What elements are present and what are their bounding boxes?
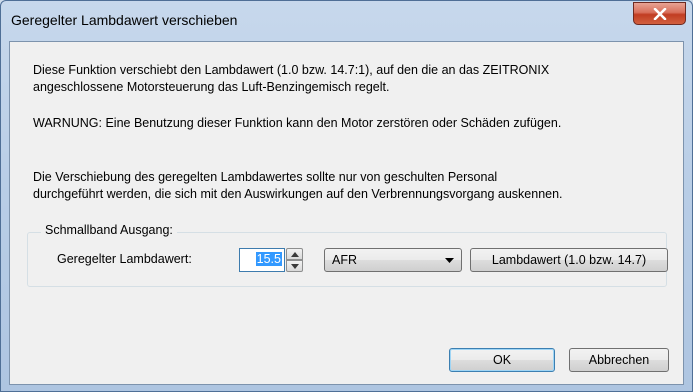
lambda-value-text: 15.5 <box>255 252 282 266</box>
dialog-client-area: Diese Funktion verschiebt den Lambdawert… <box>9 41 684 385</box>
lambda-value-input[interactable]: 15.5 <box>239 248 285 272</box>
lambda-spinner <box>286 248 303 272</box>
note-line-2: durchgeführt werden, die sich mit den Au… <box>33 187 563 201</box>
arrow-up-icon <box>291 252 299 257</box>
spin-down-button[interactable] <box>286 260 303 272</box>
arrow-down-icon <box>291 264 299 269</box>
unit-select[interactable]: AFR <box>324 248 462 272</box>
ok-button[interactable]: OK <box>449 348 555 372</box>
spin-up-button[interactable] <box>286 248 303 260</box>
lambda-field-label: Geregelter Lambdawert: <box>57 252 192 266</box>
title-bar[interactable]: Geregelter Lambdawert verschieben <box>1 1 692 41</box>
note-line-1: Die Verschiebung des geregelten Lambdawe… <box>33 170 498 184</box>
window-title: Geregelter Lambdawert verschieben <box>11 12 238 28</box>
chevron-down-icon <box>445 258 454 263</box>
cancel-button[interactable]: Abbrechen <box>569 348 669 372</box>
groupbox-label: Schmallband Ausgang: <box>41 223 177 237</box>
dialog-window: Geregelter Lambdawert verschieben Diese … <box>0 0 693 392</box>
warning-text: WARNUNG: Eine Benutzung dieser Funktion … <box>33 116 562 130</box>
close-icon <box>653 8 667 20</box>
description-line-2: angeschlossene Motorsteuerung das Luft-B… <box>33 80 390 94</box>
unit-select-value: AFR <box>332 253 357 267</box>
close-button[interactable] <box>633 2 686 25</box>
description-line-1: Diese Funktion verschiebt den Lambdawert… <box>33 63 550 77</box>
reset-lambda-button[interactable]: Lambdawert (1.0 bzw. 14.7) <box>470 248 668 272</box>
